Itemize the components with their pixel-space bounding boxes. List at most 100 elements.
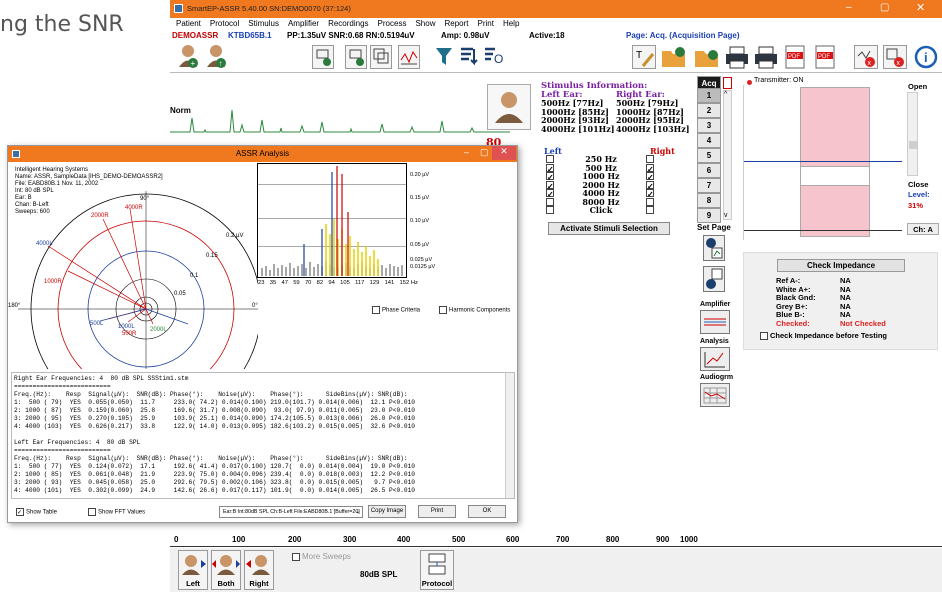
right-250-checkbox[interactable] — [646, 155, 654, 163]
acq-page-5[interactable]: 5 — [697, 148, 721, 163]
patient-open-icon[interactable]: ↑ — [206, 43, 228, 69]
show-table-checkbox[interactable]: ✓ — [16, 508, 24, 516]
audiogram-label: Audiogrm — [700, 374, 734, 381]
acq-page-2[interactable]: 2 — [697, 103, 721, 118]
copy-image-button[interactable]: Copy Image — [368, 505, 406, 518]
toolbar: + ↑ O T PDF PDF x x i — [170, 41, 942, 71]
dialog-close-icon[interactable]: ✕ — [492, 146, 516, 160]
acq-page-6[interactable]: 6 — [697, 163, 721, 178]
harmonic-components-checkbox[interactable] — [439, 306, 447, 314]
left-250-checkbox[interactable] — [546, 155, 554, 163]
left-ear-button[interactable]: Left — [178, 550, 208, 590]
menu-recordings[interactable]: Recordings — [328, 18, 368, 30]
check-impedance-before-checkbox[interactable] — [760, 332, 768, 341]
acq-doc-icon[interactable] — [723, 77, 732, 89]
folder-save-icon[interactable] — [694, 45, 720, 69]
menu-amplifier[interactable]: Amplifier — [288, 18, 319, 30]
spec-y-2: 0.10 µV — [410, 218, 430, 224]
left-8000-checkbox[interactable] — [546, 197, 554, 206]
acq-page-9[interactable]: 9 — [697, 208, 721, 223]
more-sweeps-checkbox[interactable] — [292, 552, 300, 561]
results-scrollbar[interactable] — [505, 373, 514, 498]
recording-select[interactable]: Ear:B Int:80dB SPL Ch:B-Left File:EABD80… — [219, 506, 363, 518]
analysis-icon — [704, 352, 725, 368]
acq-page-3[interactable]: 3 — [697, 118, 721, 133]
dialog-maximize-icon[interactable]: ▢ — [480, 147, 489, 158]
menu-protocol[interactable]: Protocol — [210, 18, 239, 30]
right-ear-button[interactable]: Right — [244, 550, 274, 590]
patient-add-icon[interactable]: + — [178, 43, 200, 69]
printer-2-icon[interactable] — [753, 45, 779, 69]
ring-label-1: 0.15 — [206, 253, 218, 259]
acq-page-1[interactable]: 1 — [697, 88, 721, 103]
both-ears-button[interactable]: Both — [211, 550, 241, 590]
folder-open-icon[interactable] — [661, 45, 687, 69]
show-fft-checkbox[interactable] — [88, 508, 96, 516]
dialog-minimize-icon[interactable]: – — [464, 147, 469, 157]
channel-button[interactable]: Ch: A — [907, 223, 939, 235]
spec-x-3: 59 — [293, 280, 300, 286]
print-button[interactable]: Print — [418, 505, 456, 518]
sort-cycle-icon[interactable]: O — [483, 45, 503, 69]
menu-patient[interactable]: Patient — [176, 18, 201, 30]
filter-icon[interactable] — [434, 45, 454, 69]
menu-help[interactable]: Help — [503, 18, 519, 30]
scroll-up-icon[interactable]: ^ — [724, 91, 727, 98]
minimize-icon[interactable]: – — [846, 2, 852, 13]
menu-stimulus[interactable]: Stimulus — [248, 18, 279, 30]
ok-button[interactable]: OK — [468, 505, 506, 518]
audiogram-button[interactable] — [700, 383, 730, 407]
scroll-down-icon[interactable]: v — [724, 212, 728, 219]
menu-process[interactable]: Process — [378, 18, 407, 30]
svg-text:x: x — [897, 60, 901, 67]
spec-x-6: 94 — [328, 280, 335, 286]
recording-upload-icon[interactable] — [312, 45, 334, 69]
page-up-button[interactable] — [703, 235, 725, 261]
maximize-icon[interactable]: ▢ — [880, 2, 889, 13]
recording-download-icon[interactable] — [345, 45, 367, 69]
status-row: DEMOASSR KTBD65B.1 PP:1.35uV SNR:0.68 RN… — [170, 30, 942, 41]
info-icon[interactable]: i — [914, 45, 938, 69]
waveform-icon[interactable] — [398, 45, 420, 69]
menu-show[interactable]: Show — [415, 18, 435, 30]
bottom-bar: Left Both Right More Sweeps 80dB SPL Pro… — [170, 548, 942, 592]
left-click-checkbox[interactable] — [546, 206, 554, 214]
point-1000l: 1000L — [118, 324, 135, 330]
right-4000-checkbox[interactable]: ✓ — [646, 189, 654, 198]
menu-report[interactable]: Report — [444, 18, 468, 30]
right-1000-checkbox[interactable]: ✓ — [646, 172, 654, 181]
left-4000-checkbox[interactable]: ✓ — [546, 189, 554, 198]
page-down-button[interactable] — [703, 266, 725, 292]
acq-page-7[interactable]: 7 — [697, 178, 721, 193]
amplifier-icon — [704, 318, 726, 326]
acq-page-4[interactable]: 4 — [697, 133, 721, 148]
left-1000-checkbox[interactable]: ✓ — [546, 172, 554, 181]
edit-text-icon[interactable]: T — [632, 45, 656, 69]
check-impedance-button[interactable]: Check Impedance — [777, 259, 905, 272]
analysis-button[interactable] — [700, 347, 730, 371]
level-label: Level: — [908, 190, 930, 199]
phase-criteria-checkbox[interactable] — [372, 306, 380, 314]
left-2000-checkbox[interactable]: ✓ — [546, 180, 554, 190]
activate-stimuli-button[interactable]: Activate Stimuli Selection — [548, 222, 670, 235]
protocol-button[interactable]: Protocol — [420, 550, 454, 590]
acq-page-8[interactable]: 8 — [697, 193, 721, 208]
amplifier-button[interactable] — [700, 310, 730, 334]
right-8000-checkbox[interactable] — [646, 197, 654, 206]
right-click-checkbox[interactable] — [645, 206, 654, 214]
right-500-checkbox[interactable]: ✓ — [646, 163, 654, 173]
right-2000-checkbox[interactable]: ✓ — [646, 180, 654, 190]
delete-recording-icon[interactable]: x — [854, 45, 878, 69]
audiogram-icon — [703, 387, 727, 404]
level-slider[interactable] — [907, 92, 918, 176]
recording-compare-icon[interactable] — [370, 45, 392, 69]
delete-all-icon[interactable]: x — [883, 45, 907, 69]
left-500-checkbox[interactable]: ✓ — [546, 163, 554, 173]
sort-down-icon[interactable] — [459, 45, 479, 69]
menu-print[interactable]: Print — [477, 18, 493, 30]
close-icon[interactable]: ✕ — [916, 1, 925, 14]
printer-icon[interactable] — [724, 45, 750, 69]
pdf-2-icon[interactable]: PDF — [814, 45, 836, 69]
pdf-icon[interactable]: PDF — [784, 45, 806, 69]
acq-scrollbar[interactable]: ^ v — [723, 90, 732, 220]
